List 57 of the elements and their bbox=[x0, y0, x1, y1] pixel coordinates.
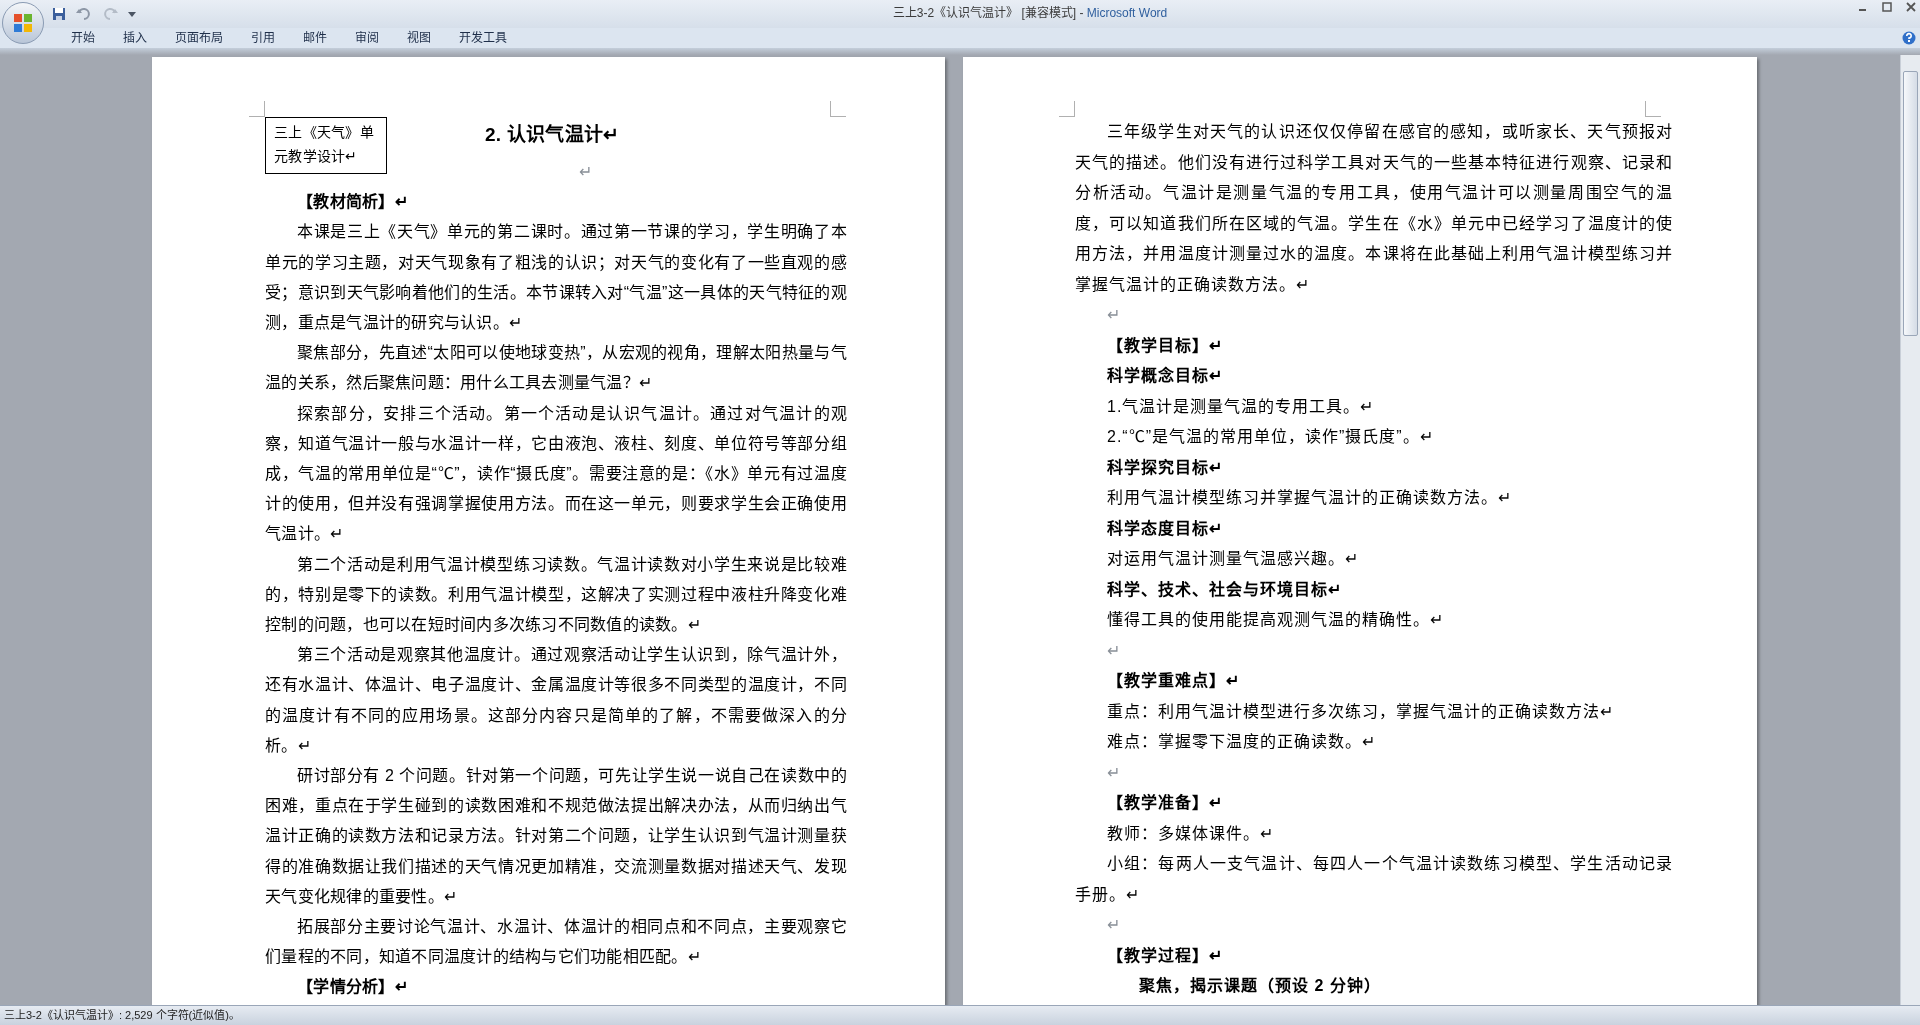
paragraph-text: 本课是三上《天气》单元的第二课时。通过第一节课的学习，学生明确了本单元的学习主题，对天气现象有了粗浅的认识；对天气的变化有了一些直观的感受；意识到天气影响着他们的生活。本节课转入对“气温”这一具体的天气特征的观测，重点是气温计的研究与认识。↵ bbox=[265, 223, 847, 331]
office-logo-icon bbox=[12, 12, 34, 34]
heading-text: 【教学目标】↵ bbox=[1107, 336, 1223, 354]
help-icon[interactable] bbox=[1902, 31, 1916, 45]
paragraph-text: 2.“℃”是气温的常用单位，读作”摄氏度”。↵ bbox=[1107, 428, 1434, 445]
crop-mark bbox=[249, 101, 265, 117]
paragraph-text: 教师：多媒体课件。↵ bbox=[1107, 824, 1274, 842]
window-title: 三上3-2《认识气温计》 [兼容模式] - Microsoft Word bbox=[892, 5, 1168, 22]
heading-text: 【教学重难点】↵ bbox=[1107, 672, 1240, 689]
ribbon-tab[interactable]: 引用 bbox=[238, 28, 288, 48]
ribbon-tab[interactable]: 页面布局 bbox=[162, 28, 236, 48]
heading-text: 科学探究目标↵ bbox=[1107, 458, 1223, 476]
customize-caret-icon[interactable] bbox=[128, 10, 136, 18]
heading-text: 【教学准备】↵ bbox=[1107, 794, 1223, 811]
text-box-text: 三上《天气》单元教学设计↵ bbox=[274, 124, 374, 164]
crop-mark bbox=[1645, 101, 1661, 117]
paragraph-text: 1.气温计是测量气温的专用工具。↵ bbox=[1107, 397, 1375, 415]
paragraph-mark: ↵ bbox=[1107, 306, 1121, 323]
paragraph-text: 难点：掌握零下温度的正确读数。↵ bbox=[1107, 733, 1376, 750]
heading-text: 【教学过程】↵ bbox=[1107, 946, 1223, 964]
heading-text: 【学情分析】↵ bbox=[297, 978, 408, 996]
close-icon[interactable] bbox=[1906, 2, 1916, 12]
paragraph-text: 第二个活动是利用气温计模型练习读数。气温计读数对小学生来说是比较难的，特别是零下的读数。利用气温计模型，这解决了实测过程中液柱升降变化难控制的问题，也可以在短时间内多次练习不同数值的读数。↵ bbox=[265, 555, 847, 634]
paragraph-text: 聚焦部分，先直述“太阳可以使地球变热”，从宏观的视角，理解太阳热量与气温的关系，然后聚焦问题：用什么工具去测量气温？↵ bbox=[265, 344, 847, 392]
heading-text: 科学态度目标↵ bbox=[1107, 519, 1223, 537]
paragraph-mark: ↵ bbox=[579, 163, 593, 180]
paragraph-mark: ↵ bbox=[1107, 916, 1121, 933]
paragraph-text: 三年级学生对天气的认识还仅仅停留在感官的感知，或听家长、天气预报对天气的描述。他们没有进行过科学工具对天气的一些基本特征进行观察、记录和分析活动。气温计是测量气温的专用工具，使用气温计可以测量周围空气的温度，可以知道我们所在区域的气温。学生在《水》单元中已经学习了温度计的使用方法，并用温度计测量过水的温度。本课将在此基础上利用气温计模型练习并掌握气温计的正确读数方法。↵ bbox=[1075, 123, 1673, 293]
save-icon[interactable] bbox=[52, 7, 66, 21]
paragraph-text: 利用气温计模型练习并掌握气温计的正确读数方法。↵ bbox=[1107, 489, 1512, 506]
maximize-icon[interactable] bbox=[1882, 2, 1892, 12]
document-title: 2. 认识气温计↵ bbox=[485, 124, 620, 145]
crop-mark bbox=[830, 101, 846, 117]
heading-text: 【教材简析】↵ bbox=[297, 193, 408, 211]
heading-text: 科学概念目标↵ bbox=[1107, 367, 1223, 384]
ribbon-tab[interactable]: 邮件 bbox=[290, 28, 340, 48]
office-button[interactable] bbox=[2, 2, 44, 44]
paragraph-text: 对运用气温计测量气温感兴趣。↵ bbox=[1107, 550, 1359, 567]
ribbon-tab[interactable]: 开发工具 bbox=[446, 28, 520, 48]
paragraph-text: 小组：每两人一支气温计、每四人一个气温计读数练习模型、学生活动记录手册。↵ bbox=[1075, 855, 1673, 903]
heading-text: 科学、技术、社会与环境目标↵ bbox=[1107, 580, 1342, 598]
ribbon-tab[interactable]: 审阅 bbox=[342, 28, 392, 48]
paragraph-text: 懂得工具的使用能提高观测气温的精确性。↵ bbox=[1107, 611, 1444, 628]
paragraph-text: 重点：利用气温计模型进行多次练习，掌握气温计的正确读数方法↵ bbox=[1107, 702, 1614, 720]
crop-mark bbox=[1059, 101, 1075, 117]
vertical-scrollbar[interactable] bbox=[1900, 55, 1920, 1005]
paragraph-mark: ↵ bbox=[1107, 763, 1121, 781]
ribbon-tab[interactable]: 插入 bbox=[110, 28, 160, 48]
paragraph-text: 第三个活动是观察其他温度计。通过观察活动让学生认识到，除气温计外，还有水温计、体温计、电子温度计、金属温度计等很多不同类型的温度计，不同的温度计有不同的应用场景。这部分内容只是简单的了解，不需要做深入的分析。↵ bbox=[265, 646, 847, 754]
ribbon-tab[interactable]: 开始 bbox=[58, 28, 108, 48]
ribbon-tab[interactable]: 视图 bbox=[394, 28, 444, 48]
heading-text: 聚焦，揭示课题（预设 2 分钟） bbox=[1139, 977, 1381, 994]
status-text: 三上3-2《认识气温计》: 2,529 个字符(近似值)。 bbox=[4, 1008, 240, 1024]
paragraph-text: 探索部分，安排三个活动。第一个活动是认识气温计。通过对气温计的观察，知道气温计一般与水温计一样，它由液泡、液柱、刻度、单位符号等部分组成，气温的常用单位是“℃”，读作“摄氏度”。需要注意的是：《水》单元有过温度计的使用，但并没有强调掌握使用方法。而在这一单元，则要求学生会正确使用气温计。↵ bbox=[265, 404, 847, 543]
paragraph-mark: ↵ bbox=[1107, 641, 1121, 659]
paragraph-text: 拓展部分主要讨论气温计、水温计、体温计的相同点和不同点，主要观察它们量程的不同，知道不同温度计的结构与它们功能相匹配。↵ bbox=[265, 918, 847, 966]
paragraph-text: 研讨部分有 2 个问题。针对第一个问题，可先让学生说一说自己在读数中的困难，重点在于学生碰到的读数困难和不规范做法提出解决办法，从而归纳出气温计正确的读数方法和记录方法。针对第二个问题，让学生认识到气温计测量获得的准确数据让我们描述的天气情况更加精准，交流测量数据对描述天气、发现天气变化规律的重要性。↵ bbox=[265, 767, 847, 905]
